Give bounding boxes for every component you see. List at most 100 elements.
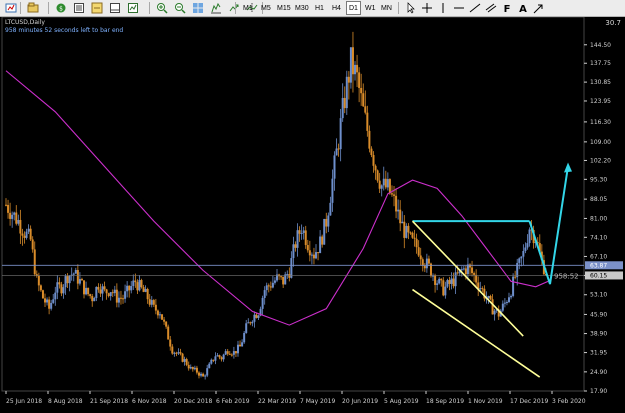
candle-body [101, 286, 104, 294]
candle-body [372, 155, 375, 166]
tester-icon[interactable] [126, 1, 140, 15]
zoom-in-icon[interactable] [155, 1, 169, 15]
timeframe-m15[interactable]: M15 [275, 1, 293, 15]
projection-arrow [528, 166, 569, 285]
candle-body [423, 265, 426, 269]
crosshair-icon[interactable] [420, 1, 434, 15]
arrow-icon[interactable] [532, 1, 546, 15]
price-axis-label: 24.90 [590, 369, 607, 376]
candle-body [212, 359, 215, 361]
timeframe-w1[interactable]: W1 [363, 1, 378, 15]
candle-body [113, 289, 116, 294]
candle-body [202, 373, 205, 377]
candle-body [390, 193, 393, 195]
price-axis-label: 102.20 [590, 157, 611, 164]
candle-body [382, 178, 385, 186]
chart-shift-icon[interactable] [209, 1, 223, 15]
candle-body [243, 332, 246, 343]
candle-body [187, 364, 190, 369]
candle-body [136, 282, 139, 291]
candle-body [21, 233, 24, 236]
bar-timer-label: 958:52 [554, 272, 579, 280]
new-chart-icon[interactable] [4, 1, 18, 15]
text-icon[interactable]: A [516, 1, 530, 15]
candle-body [321, 236, 324, 245]
timeframe-h1[interactable]: H1 [313, 1, 326, 15]
candle-body [167, 326, 170, 340]
candle-body [124, 291, 127, 299]
tile-windows-icon[interactable] [191, 1, 205, 15]
candle-body [208, 363, 211, 369]
candle-body [501, 303, 504, 311]
candle-body [146, 289, 149, 300]
candle-body [452, 278, 455, 287]
price-axis-label: 109.00 [590, 139, 611, 146]
candle-body [505, 302, 508, 304]
timeframe-m5[interactable]: M5 [259, 1, 273, 15]
cursor-icon[interactable] [404, 1, 418, 15]
candle-body [255, 314, 258, 318]
candle-body [165, 321, 168, 327]
candle-body [347, 76, 350, 83]
vertical-line-icon[interactable] [436, 1, 450, 15]
navigator-icon[interactable] [90, 1, 104, 15]
candle-body [440, 278, 443, 281]
candle-body [286, 274, 289, 276]
bar-countdown: 958 minutes 52 seconds left to bar end [5, 27, 124, 34]
candle-body [473, 273, 476, 275]
candle-body [44, 298, 47, 303]
candle-body [413, 237, 416, 239]
autoscroll-icon[interactable] [227, 1, 241, 15]
candle-body [419, 255, 422, 260]
timeframe-m1[interactable]: M1 [241, 1, 255, 15]
candle-body [526, 243, 529, 248]
price-axis-label: 137.75 [590, 60, 611, 67]
timeframe-m30[interactable]: M30 [293, 1, 311, 15]
date-axis-label: 3 Feb 2020 [552, 398, 586, 405]
candle-body [87, 287, 90, 295]
horizontal-line-icon[interactable] [452, 1, 466, 15]
terminal-icon[interactable] [108, 1, 122, 15]
candle-body [216, 355, 219, 357]
timeframe-mn[interactable]: MN [379, 1, 394, 15]
candle-body [292, 244, 295, 259]
candle-body [448, 280, 451, 284]
candle-body [364, 106, 367, 113]
svg-text:$: $ [59, 6, 63, 13]
chart-window[interactable]: 144.50 137.75 130.85 123.95 116.30 109.00 102.… [0, 16, 625, 409]
trendline-icon[interactable] [468, 1, 482, 15]
price-axis-label: 67.10 [590, 253, 607, 260]
current-price-tag: 60.15 [590, 272, 607, 279]
profiles-icon[interactable] [26, 1, 40, 15]
timeframe-d1[interactable]: D1 [346, 1, 361, 15]
zoom-out-icon[interactable] [173, 1, 187, 15]
candle-body [466, 264, 469, 275]
market-watch-icon[interactable]: $ [54, 1, 68, 15]
candle-body [300, 232, 303, 234]
candle-body [462, 268, 465, 270]
candle-body [405, 225, 408, 238]
data-window-icon[interactable] [72, 1, 86, 15]
chart-canvas[interactable]: 144.50 137.75 130.85 123.95 116.30 109.00 102.… [0, 16, 625, 409]
candle-body [5, 204, 7, 206]
candle-body [97, 286, 100, 290]
candle-body [358, 72, 361, 88]
candle-body [265, 285, 268, 291]
candle-body [341, 97, 344, 119]
candle-body [317, 252, 320, 254]
fibonacci-icon[interactable]: F [500, 1, 514, 15]
candle-body [109, 292, 112, 297]
candle-body [273, 280, 276, 283]
channel-icon[interactable] [484, 1, 498, 15]
candle-body [386, 179, 389, 188]
candle-body [471, 267, 474, 274]
price-axis-label: 74.10 [590, 234, 607, 241]
candle-body [117, 297, 120, 303]
toolbar: $ M1 M5 M15 M30 H1 H4 D1 W1 MN F A [0, 0, 625, 17]
date-axis-label: 1 Nov 2019 [468, 398, 503, 405]
timeframe-h4[interactable]: H4 [330, 1, 343, 15]
price-axis-label: 53.10 [590, 292, 607, 299]
candle-body [280, 276, 283, 278]
candle-body [200, 373, 203, 376]
candle-body [85, 287, 88, 295]
